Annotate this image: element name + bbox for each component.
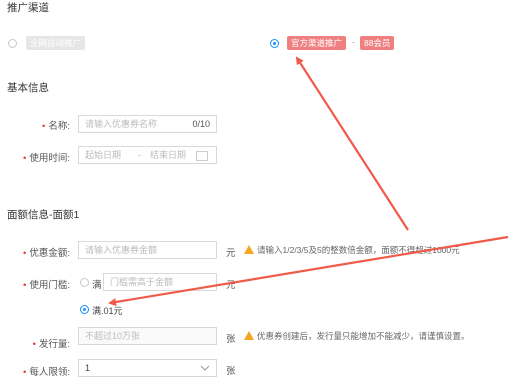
annotation-arrows [108,56,509,306]
arrow-to-official-channel [295,56,409,231]
arrow-to-threshold-option [108,235,509,306]
